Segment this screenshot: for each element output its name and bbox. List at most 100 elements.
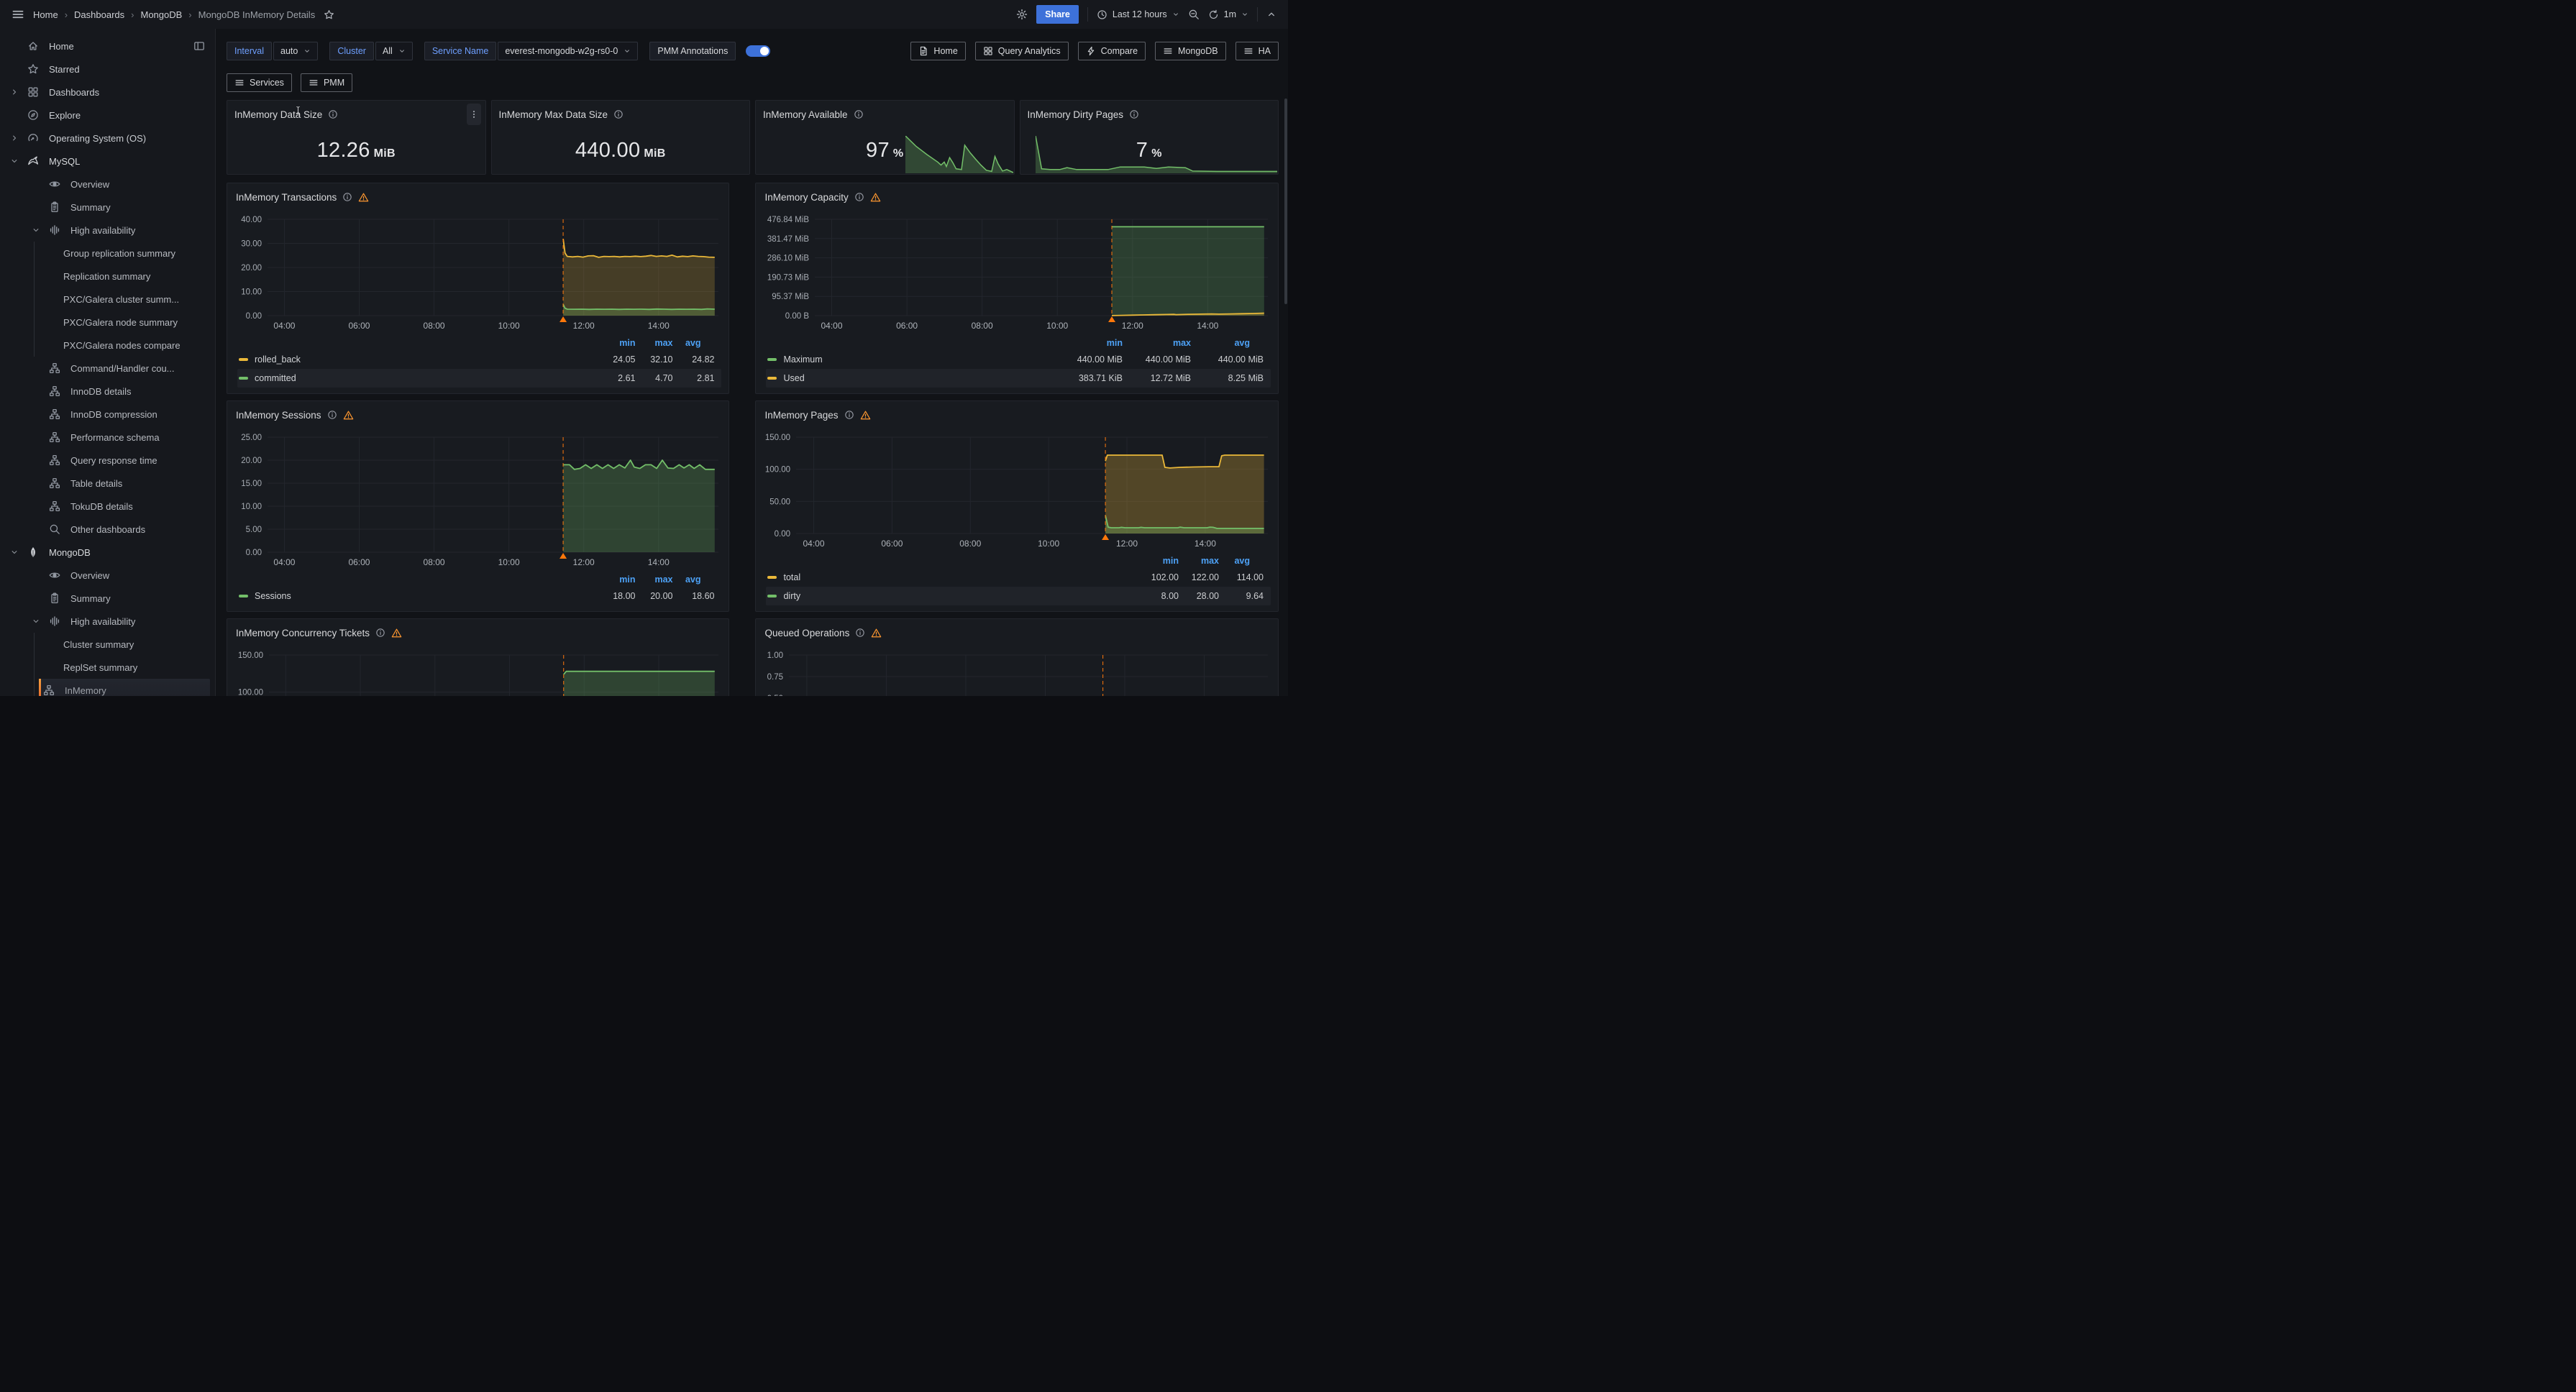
legend-series-used[interactable]: Used383.71 KiB12.72 MiB8.25 MiB: [766, 369, 1271, 388]
panel-title[interactable]: InMemory Max Data Size: [499, 109, 608, 120]
panel-title[interactable]: InMemory Dirty Pages: [1028, 109, 1124, 120]
sidebar-item-cluster-summary[interactable]: Cluster summary: [0, 633, 215, 656]
legend-sort-min[interactable]: min: [605, 574, 642, 585]
sidebar-item-mysql[interactable]: MySQL: [0, 150, 215, 173]
legend-sort-avg[interactable]: avg: [680, 338, 721, 348]
quick-button-label: Services: [250, 78, 284, 88]
legend-sort-max[interactable]: max: [642, 338, 680, 348]
sidebar-item-innodb-compression[interactable]: InnoDB compression: [0, 403, 215, 426]
legend-series-dirty[interactable]: dirty8.0028.009.64: [766, 587, 1271, 605]
sidebar-item-replication-summary[interactable]: Replication summary: [0, 265, 215, 288]
breadcrumb-item-home[interactable]: Home: [33, 9, 58, 20]
sidebar-item-summary[interactable]: Summary: [0, 587, 215, 610]
favorite-star-icon[interactable]: [324, 9, 334, 20]
sidebar-item-operating-system-os[interactable]: Operating System (OS): [0, 127, 215, 150]
panel-title[interactable]: InMemory Pages: [764, 410, 838, 421]
sidebar-item-overview[interactable]: Overview: [0, 173, 215, 196]
sidebar-item-inmemory[interactable]: InMemory: [0, 679, 215, 696]
chevron-down-icon[interactable]: [32, 617, 40, 626]
share-button[interactable]: Share: [1036, 5, 1079, 24]
legend-sort-max[interactable]: max: [1130, 338, 1198, 348]
legend-sort-avg[interactable]: avg: [680, 574, 721, 585]
panel-title[interactable]: Queued Operations: [764, 628, 849, 638]
chart-plot-area[interactable]: 0.0050.00100.00150.0004:0006:0008:0010:0…: [763, 424, 1271, 552]
breadcrumb-item-mongodb-inmemory-details[interactable]: MongoDB InMemory Details: [198, 9, 316, 20]
scrollbar-thumb[interactable]: [1284, 99, 1287, 304]
chart-plot-area[interactable]: 0.00 B95.37 MiB190.73 MiB286.10 MiB381.4…: [763, 206, 1271, 334]
legend-series-total[interactable]: total102.00122.00114.00: [766, 568, 1271, 587]
link-button-compare[interactable]: Compare: [1078, 42, 1146, 60]
sidebar-item-summary[interactable]: Summary: [0, 196, 215, 219]
link-button-mongodb[interactable]: MongoDB: [1155, 42, 1226, 60]
quick-button-services[interactable]: Services: [227, 73, 292, 92]
sidebar-item-group-replication-summary[interactable]: Group replication summary: [0, 242, 215, 265]
time-range-picker[interactable]: Last 12 hours: [1097, 9, 1179, 20]
panel-left-icon[interactable]: [193, 40, 205, 52]
panel-title[interactable]: InMemory Transactions: [236, 192, 337, 203]
link-button-home[interactable]: Home: [910, 42, 965, 60]
sidebar-item-high-availability[interactable]: High availability: [0, 610, 215, 633]
legend-sort-min[interactable]: min: [1146, 556, 1186, 566]
gear-icon[interactable]: [1016, 9, 1028, 20]
sidebar-item-replset-summary[interactable]: ReplSet summary: [0, 656, 215, 679]
chart-plot-area[interactable]: 0.005.0010.0015.0020.0025.0004:0006:0008…: [234, 424, 721, 571]
chart-plot-area[interactable]: 0.0010.0020.0030.0040.0004:0006:0008:001…: [234, 206, 721, 334]
sidebar-item-pxc-galera-node-summary[interactable]: PXC/Galera node summary: [0, 311, 215, 334]
menu-toggle-icon[interactable]: [12, 8, 24, 21]
link-button-ha[interactable]: HA: [1236, 42, 1279, 60]
panel-title[interactable]: InMemory Sessions: [236, 410, 321, 421]
cluster-select[interactable]: All: [375, 42, 413, 60]
legend-sort-avg[interactable]: avg: [1198, 338, 1271, 348]
refresh-picker[interactable]: 1m: [1208, 9, 1248, 20]
sidebar-item-overview[interactable]: Overview: [0, 564, 215, 587]
legend-sort-avg[interactable]: avg: [1226, 556, 1271, 566]
sidebar-item-pxc-galera-cluster-summ[interactable]: PXC/Galera cluster summ...: [0, 288, 215, 311]
breadcrumb-item-mongodb[interactable]: MongoDB: [140, 9, 182, 20]
chevron-right-icon[interactable]: [10, 134, 19, 142]
legend-sort-min[interactable]: min: [605, 338, 642, 348]
pmm-annotations-toggle[interactable]: [746, 45, 770, 57]
panel-title[interactable]: InMemory Concurrency Tickets: [236, 628, 370, 638]
sidebar-item-table-details[interactable]: Table details: [0, 472, 215, 495]
sidebar-item-query-response-time[interactable]: Query response time: [0, 449, 215, 472]
sidebar-item-tokudb-details[interactable]: TokuDB details: [0, 495, 215, 518]
legend-series-maximum[interactable]: Maximum440.00 MiB440.00 MiB440.00 MiB: [766, 350, 1271, 369]
sidebar-item-mongodb[interactable]: MongoDB: [0, 541, 215, 564]
annotation-marker[interactable]: [559, 316, 567, 322]
sidebar-item-starred[interactable]: Starred: [0, 58, 215, 81]
chart-plot-area[interactable]: 0.0050.00100.00150.0004:0006:0008:0010:0…: [234, 642, 721, 696]
quick-button-pmm[interactable]: PMM: [301, 73, 352, 92]
legend-sort-max[interactable]: max: [1186, 556, 1226, 566]
panel-title[interactable]: InMemory Capacity: [764, 192, 848, 203]
sidebar-item-other-dashboards[interactable]: Other dashboards: [0, 518, 215, 541]
sidebar-item-explore[interactable]: Explore: [0, 104, 215, 127]
chevron-right-icon[interactable]: [10, 88, 19, 96]
sidebar-item-high-availability[interactable]: High availability: [0, 219, 215, 242]
link-button-query-analytics[interactable]: Query Analytics: [975, 42, 1069, 60]
legend-sort-min[interactable]: min: [1061, 338, 1130, 348]
panel-title[interactable]: InMemory Available: [763, 109, 848, 120]
sidebar-item-innodb-details[interactable]: InnoDB details: [0, 380, 215, 403]
annotation-marker[interactable]: [559, 553, 567, 559]
sidebar-item-pxc-galera-nodes-compare[interactable]: PXC/Galera nodes compare: [0, 334, 215, 357]
legend-series-rolled-back[interactable]: rolled_back24.0532.1024.82: [237, 350, 721, 369]
panel-title[interactable]: InMemory Data Size: [234, 109, 322, 120]
annotation-marker[interactable]: [1102, 534, 1110, 540]
legend-series-committed[interactable]: committed2.614.702.81: [237, 369, 721, 388]
legend-series-sessions[interactable]: Sessions18.0020.0018.60: [237, 587, 721, 605]
chart-plot-area[interactable]: 0.000.250.500.751.0004:0006:0008:0010:00…: [763, 642, 1271, 696]
service-name-select[interactable]: everest-mongodb-w2g-rs0-0: [498, 42, 638, 60]
sidebar-item-dashboards[interactable]: Dashboards: [0, 81, 215, 104]
breadcrumb-item-dashboards[interactable]: Dashboards: [74, 9, 124, 20]
interval-select[interactable]: auto: [273, 42, 318, 60]
chevron-down-icon[interactable]: [10, 548, 19, 557]
collapse-up-icon[interactable]: [1266, 9, 1276, 19]
chevron-down-icon[interactable]: [10, 157, 19, 165]
sidebar-item-home[interactable]: Home: [0, 35, 215, 58]
legend-sort-max[interactable]: max: [642, 574, 680, 585]
annotation-marker[interactable]: [1109, 316, 1116, 322]
sidebar-item-performance-schema[interactable]: Performance schema: [0, 426, 215, 449]
chevron-down-icon[interactable]: [32, 226, 40, 234]
sidebar-item-command-handler-cou[interactable]: Command/Handler cou...: [0, 357, 215, 380]
zoom-out-icon[interactable]: [1188, 9, 1200, 20]
